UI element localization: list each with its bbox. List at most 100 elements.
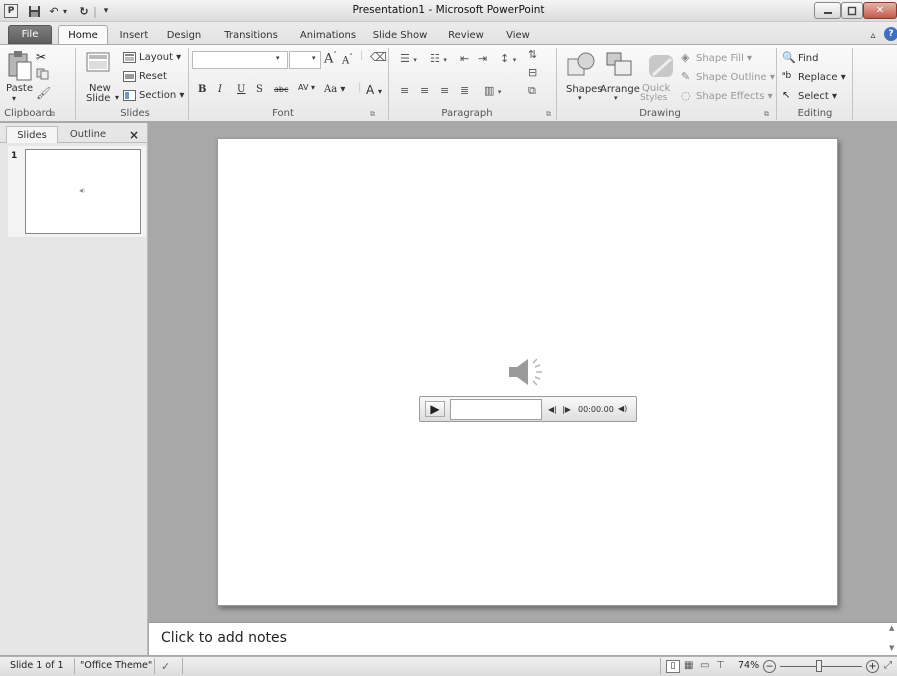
arrange-button[interactable]: [603, 51, 635, 81]
character-spacing-label: AV: [298, 83, 309, 92]
notes-scroll-down-icon[interactable]: ▼: [889, 644, 894, 652]
zoom-slider-thumb[interactable]: [816, 660, 822, 672]
shapes-button[interactable]: [566, 51, 596, 81]
copy-icon[interactable]: [36, 68, 50, 80]
grow-font-button[interactable]: A˄: [324, 51, 337, 66]
audio-icon: ◀): [79, 188, 85, 194]
select-button[interactable]: Select ▾: [798, 91, 837, 102]
fit-to-window-icon[interactable]: ⤢: [884, 660, 892, 671]
replace-button[interactable]: Replace ▾: [798, 72, 846, 83]
tab-home[interactable]: Home: [58, 25, 108, 45]
tab-slides[interactable]: Slides: [6, 126, 58, 143]
audio-speaker-icon[interactable]: [506, 354, 550, 390]
arrange-dropdown-icon[interactable]: ▾: [614, 94, 618, 102]
font-size-dropdown-icon[interactable]: ▾: [312, 54, 316, 62]
shapes-dropdown-icon[interactable]: ▾: [578, 94, 582, 102]
quick-styles-button[interactable]: [643, 51, 677, 81]
paste-button[interactable]: [4, 50, 34, 86]
columns-icon[interactable]: ▥ ▾: [484, 84, 501, 97]
find-button[interactable]: Find: [798, 53, 819, 64]
tab-view[interactable]: View: [498, 26, 538, 44]
zoom-level[interactable]: 74%: [738, 660, 759, 671]
cut-icon[interactable]: ✂: [36, 50, 46, 64]
font-size-input[interactable]: [289, 51, 321, 69]
align-text-icon[interactable]: ⊟: [528, 66, 537, 79]
clipboard-launcher-icon[interactable]: ⧉: [50, 110, 55, 119]
slide-show-icon[interactable]: ⊤: [716, 660, 725, 671]
italic-button[interactable]: I: [218, 84, 222, 95]
new-slide-dropdown-icon[interactable]: ▾: [115, 93, 119, 102]
center-icon[interactable]: ≡: [420, 84, 429, 97]
play-button[interactable]: ▶: [425, 401, 445, 417]
smartart-icon[interactable]: ⧉: [528, 84, 536, 98]
quick-styles-label-line2: Styles: [640, 93, 668, 103]
volume-icon[interactable]: ◀): [618, 404, 627, 413]
text-shadow-button[interactable]: S: [256, 84, 263, 95]
slide-count-status[interactable]: Slide 1 of 1: [10, 660, 64, 671]
bold-button[interactable]: B: [198, 84, 206, 95]
paste-dropdown-icon[interactable]: ▾: [12, 94, 16, 103]
tab-animations[interactable]: Animations: [294, 26, 362, 44]
align-right-icon[interactable]: ≡: [440, 84, 449, 97]
increase-indent-icon[interactable]: ⇥: [478, 52, 487, 65]
shrink-font-button[interactable]: A˅: [342, 53, 353, 66]
drawing-launcher-icon[interactable]: ⧉: [764, 110, 769, 119]
normal-view-icon[interactable]: ▯: [666, 660, 680, 673]
text-direction-icon[interactable]: ⇅: [528, 48, 537, 61]
slide-thumbnail[interactable]: ◀): [25, 149, 141, 234]
font-name-dropdown-icon[interactable]: ▾: [276, 54, 280, 62]
step-back-icon[interactable]: ◀|: [548, 405, 557, 414]
close-window-button[interactable]: ✕: [863, 2, 897, 19]
format-painter-icon[interactable]: 🖌: [36, 86, 51, 100]
tab-slide-show[interactable]: Slide Show: [368, 26, 432, 44]
font-launcher-icon[interactable]: ⧉: [370, 110, 375, 119]
spell-check-icon[interactable]: ✓: [161, 660, 170, 673]
bullets-button[interactable]: ☰ ▾: [400, 52, 417, 65]
step-forward-icon[interactable]: |▶: [562, 405, 571, 414]
underline-button[interactable]: U: [237, 84, 245, 95]
tab-review[interactable]: Review: [440, 26, 492, 44]
clear-formatting-icon[interactable]: ⌫: [370, 50, 387, 64]
align-left-icon[interactable]: ≡: [400, 84, 409, 97]
paragraph-launcher-icon[interactable]: ⧉: [546, 110, 551, 119]
reading-view-icon[interactable]: ▭: [700, 660, 709, 671]
help-icon[interactable]: ?: [884, 27, 897, 41]
tab-file[interactable]: File: [8, 25, 52, 44]
minimize-ribbon-icon[interactable]: ▵: [866, 26, 880, 44]
shape-fill-button[interactable]: Shape Fill ▾: [696, 53, 752, 64]
reset-button[interactable]: Reset: [139, 71, 167, 82]
zoom-in-icon[interactable]: +: [866, 660, 879, 673]
new-slide-button[interactable]: [85, 50, 113, 80]
zoom-out-icon[interactable]: −: [763, 660, 776, 673]
group-separator: [388, 48, 389, 120]
theme-status[interactable]: "Office Theme": [80, 660, 152, 671]
change-case-button[interactable]: Aa ▾: [324, 84, 345, 95]
font-name-input[interactable]: [192, 51, 288, 69]
shape-outline-button[interactable]: Shape Outline ▾: [696, 72, 775, 83]
justify-icon[interactable]: ≣: [460, 84, 469, 97]
window-title: Presentation1 - Microsoft PowerPoint: [352, 4, 545, 16]
maximize-button[interactable]: [841, 2, 863, 19]
decrease-indent-icon[interactable]: ⇤: [460, 52, 469, 65]
tab-transitions[interactable]: Transitions: [216, 26, 286, 44]
character-spacing-button[interactable]: AV ▾: [298, 83, 315, 92]
shape-fill-icon: ◈: [681, 51, 690, 64]
line-spacing-icon[interactable]: ↕ ▾: [500, 52, 516, 65]
notes-scroll-up-icon[interactable]: ▲: [889, 624, 894, 632]
font-color-button[interactable]: A ▾: [366, 83, 382, 97]
layout-button[interactable]: Layout ▾: [139, 52, 181, 63]
tab-design[interactable]: Design: [160, 26, 208, 44]
numbering-button[interactable]: ☷ ▾: [430, 52, 447, 65]
minimize-button[interactable]: [814, 2, 841, 19]
font-separator: |: [358, 82, 362, 93]
shape-effects-button[interactable]: Shape Effects ▾: [696, 91, 773, 102]
tab-insert[interactable]: Insert: [114, 26, 154, 44]
section-button[interactable]: Section ▾: [139, 90, 184, 101]
tab-outline[interactable]: Outline: [60, 126, 116, 143]
media-seek-bar[interactable]: [450, 399, 542, 420]
editing-group-label: Editing: [797, 108, 833, 119]
shape-effects-icon: ◌: [681, 89, 691, 102]
strikethrough-button[interactable]: abc: [274, 85, 288, 94]
slide-sorter-icon[interactable]: ▦: [684, 660, 693, 671]
close-pane-icon[interactable]: ×: [126, 126, 142, 143]
